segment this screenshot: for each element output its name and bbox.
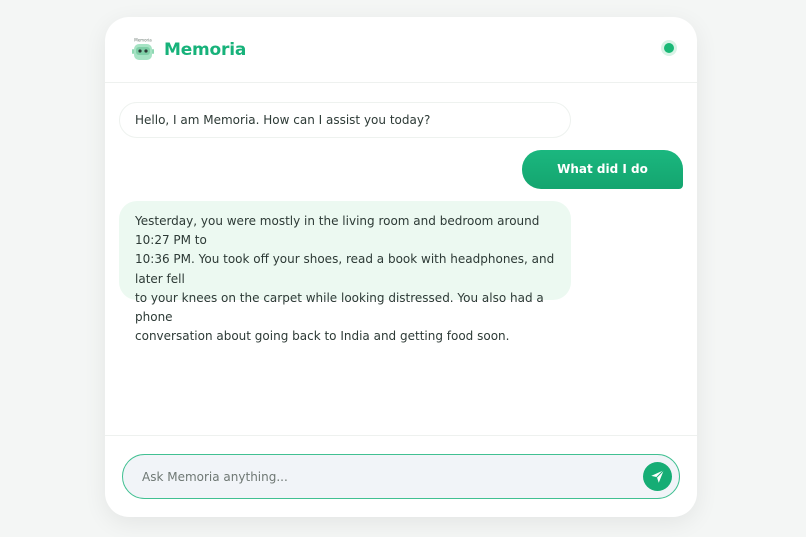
chat-window: Memoria Memoria Hello, I am Memoria. How… bbox=[105, 17, 697, 517]
composer bbox=[105, 435, 697, 517]
message-text: What did I do yesterday? bbox=[557, 162, 648, 215]
svg-text:Memoria: Memoria bbox=[134, 38, 152, 43]
user-message: What did I do yesterday? bbox=[522, 150, 683, 215]
message-line: 10:36 PM. You took off your shoes, read … bbox=[135, 252, 555, 286]
message-text: Hello, I am Memoria. How can I assist yo… bbox=[135, 113, 431, 127]
message-line: to your knees on the carpet while lookin… bbox=[135, 290, 544, 325]
message-line: conversation about going back to India a… bbox=[135, 329, 510, 344]
message-input-wrapper bbox=[122, 454, 680, 499]
status-dot-icon bbox=[664, 43, 674, 53]
send-icon bbox=[651, 469, 665, 483]
chat-header: Memoria Memoria bbox=[105, 17, 697, 83]
robot-icon: Memoria bbox=[131, 37, 155, 63]
assistant-message: Hello, I am Memoria. How can I assist yo… bbox=[119, 102, 571, 138]
app-title: Memoria bbox=[164, 40, 247, 60]
message-input[interactable] bbox=[142, 455, 632, 498]
assistant-message: Yesterday, you were mostly in the living… bbox=[119, 201, 571, 343]
send-button[interactable] bbox=[643, 462, 672, 491]
message-line: Yesterday, you were mostly in the living… bbox=[135, 214, 540, 248]
